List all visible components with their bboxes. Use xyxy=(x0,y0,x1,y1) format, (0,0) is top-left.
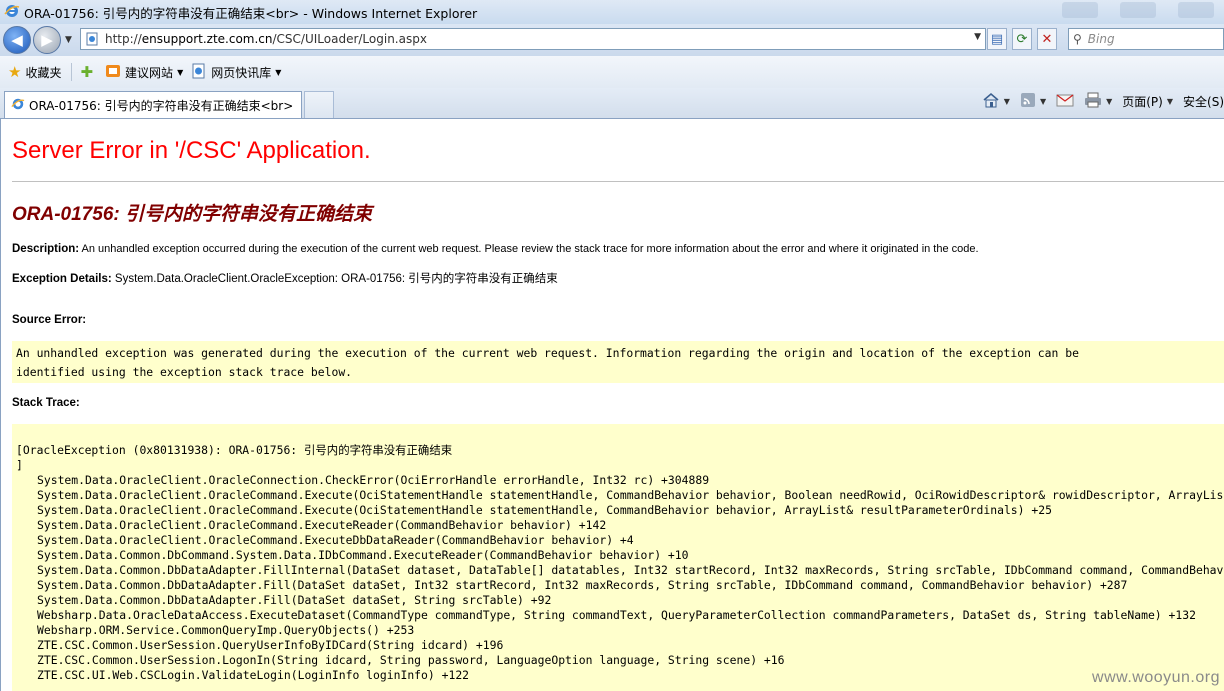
tab-title: ORA-01756: 引号内的字符串没有正确结束<br> xyxy=(29,98,294,113)
search-icon: ⚲ xyxy=(1073,32,1082,46)
source-error-line: identified using the exception stack tra… xyxy=(16,365,353,379)
page-menu-label: 页面(P) xyxy=(1122,95,1163,109)
title-divider xyxy=(12,181,1224,182)
compatibility-view-button[interactable]: ▤ xyxy=(987,28,1007,50)
stack-trace-line: System.Data.OracleClient.OracleCommand.E… xyxy=(37,503,1052,517)
page-icon xyxy=(85,32,99,46)
source-error-label: Source Error: xyxy=(12,314,87,326)
suggested-sites-link[interactable]: 建议网站 ▼ xyxy=(105,63,183,82)
web-slice-label: 网页快讯库 xyxy=(211,65,272,80)
refresh-button[interactable]: ⟳ xyxy=(1012,28,1032,50)
compat-view-icon: ▤ xyxy=(990,31,1004,47)
forward-icon: ▶ xyxy=(41,31,53,49)
stack-trace-line: System.Data.Common.DbDataAdapter.FillInt… xyxy=(37,563,1224,577)
print-button[interactable]: ▼ xyxy=(1084,92,1112,111)
back-button[interactable]: ◀ xyxy=(3,26,31,54)
exception-details-paragraph: Exception Details: System.Data.OracleCli… xyxy=(12,270,558,286)
favorites-button[interactable]: ★ 收藏夹 xyxy=(8,63,61,81)
address-dropdown-icon[interactable]: ▼ xyxy=(974,32,981,42)
page-menu[interactable]: 页面(P) ▼ xyxy=(1122,93,1173,110)
stack-trace-line: ZTE.CSC.Common.UserSession.QueryUserInfo… xyxy=(37,638,504,652)
rss-icon xyxy=(1020,92,1036,111)
add-favorites-icon: ✚ xyxy=(80,63,94,81)
url-path: /CSC/UILoader/Login.aspx xyxy=(272,32,427,46)
stack-trace-line: System.Data.Common.DbCommand.System.Data… xyxy=(37,548,689,562)
web-slice-icon xyxy=(191,63,207,82)
navigation-bar: ◀ ▶ ▼ http://ensupport.zte.com.cn/CSC/UI… xyxy=(0,24,1224,56)
description-paragraph: Description: An unhandled exception occu… xyxy=(12,243,979,255)
print-icon xyxy=(1084,92,1102,111)
suggested-sites-label: 建议网站 xyxy=(125,65,174,80)
exception-details-label: Exception Details: xyxy=(12,273,112,285)
error-title: ORA-01756: 引号内的字符串没有正确结束 xyxy=(12,204,372,225)
stack-trace-close: ] xyxy=(16,458,23,472)
favorites-separator xyxy=(71,63,73,81)
server-error-title: Server Error in '/CSC' Application. xyxy=(12,137,371,164)
watermark: www.wooyun.org xyxy=(1092,669,1220,686)
description-text: An unhandled exception occurred during t… xyxy=(81,243,979,255)
mail-button[interactable] xyxy=(1056,93,1074,110)
web-slice-dropdown-icon: ▼ xyxy=(275,67,282,77)
favorites-bar: ★ 收藏夹 ✚ 建议网站 ▼ 网页快讯库 ▼ xyxy=(0,56,1224,89)
stack-trace-line: Websharp.Data.OracleDataAccess.ExecuteDa… xyxy=(37,608,1196,622)
stack-trace-line: System.Data.OracleClient.OracleCommand.E… xyxy=(37,533,634,547)
stack-trace-line: System.Data.OracleClient.OracleCommand.E… xyxy=(37,518,607,532)
new-tab-button[interactable] xyxy=(304,91,334,118)
favorites-star-icon: ★ xyxy=(8,63,22,81)
stack-trace-line: Websharp.ORM.Service.CommonQueryImp.Quer… xyxy=(37,623,415,637)
recent-pages-dropdown[interactable]: ▼ xyxy=(65,35,72,45)
tab-ie-icon xyxy=(11,97,25,114)
back-icon: ◀ xyxy=(11,31,23,49)
stack-trace-line: ZTE.CSC.UI.Web.CSCLogin.ValidateLogin(Lo… xyxy=(37,668,470,682)
mail-icon xyxy=(1056,93,1074,110)
url-prefix: http:// xyxy=(105,32,142,46)
exception-details-text: System.Data.OracleClient.OracleException… xyxy=(114,273,558,285)
source-error-line: An unhandled exception was generated dur… xyxy=(16,346,1079,360)
stack-trace-line: System.Data.OracleClient.OracleCommand.E… xyxy=(37,488,1224,502)
tab-bar: ORA-01756: 引号内的字符串没有正确结束<br> ▼ ▼ ▼ 页面(P)… xyxy=(0,88,1224,119)
url-domain: ensupport.zte.com.cn xyxy=(141,32,273,46)
tab-active[interactable]: ORA-01756: 引号内的字符串没有正确结束<br> xyxy=(4,91,302,118)
description-label: Description: xyxy=(12,243,80,255)
stop-icon: ✕ xyxy=(1041,31,1053,47)
home-icon xyxy=(982,92,1000,111)
command-bar: ▼ ▼ ▼ 页面(P) ▼ 安全(S) xyxy=(982,92,1224,111)
window-controls[interactable] xyxy=(1062,2,1214,18)
home-button[interactable]: ▼ xyxy=(982,92,1010,111)
forward-button[interactable]: ▶ xyxy=(33,26,61,54)
window-title: ORA-01756: 引号内的字符串没有正确结束<br> - Windows I… xyxy=(24,5,478,21)
address-field[interactable]: http://ensupport.zte.com.cn/CSC/UILoader… xyxy=(80,28,986,50)
stack-trace-line: System.Data.OracleClient.OracleConnectio… xyxy=(37,473,710,487)
page-content: Server Error in '/CSC' Application. ORA-… xyxy=(0,119,1224,691)
window-title-bar: ORA-01756: 引号内的字符串没有正确结束<br> - Windows I… xyxy=(0,0,1224,24)
refresh-icon: ⟳ xyxy=(1016,31,1028,47)
ie-icon xyxy=(4,3,20,22)
web-slice-gallery-link[interactable]: 网页快讯库 ▼ xyxy=(191,63,281,82)
feeds-button[interactable]: ▼ xyxy=(1020,92,1046,111)
suggested-sites-dropdown-icon: ▼ xyxy=(177,67,184,77)
safety-menu[interactable]: 安全(S) xyxy=(1183,93,1224,110)
stack-trace-line: System.Data.Common.DbDataAdapter.Fill(Da… xyxy=(37,578,1128,592)
stack-trace-box: [OracleException (0x80131938): ORA-01756… xyxy=(12,424,1224,691)
stop-button[interactable]: ✕ xyxy=(1037,28,1057,50)
stack-trace-label: Stack Trace: xyxy=(12,397,80,409)
stack-trace-header: [OracleException (0x80131938): ORA-01756… xyxy=(16,443,453,457)
favorites-label: 收藏夹 xyxy=(25,65,62,80)
search-placeholder: Bing xyxy=(1087,32,1115,46)
add-to-favorites-button[interactable]: ✚ xyxy=(80,63,97,81)
stack-trace-line: System.Data.Common.DbDataAdapter.Fill(Da… xyxy=(37,593,552,607)
stack-trace-line: ZTE.CSC.Common.UserSession.LogonIn(Strin… xyxy=(37,653,785,667)
safety-menu-label: 安全(S) xyxy=(1183,95,1224,109)
source-error-box: An unhandled exception was generated dur… xyxy=(12,341,1224,383)
search-input[interactable]: ⚲ Bing xyxy=(1068,28,1224,50)
suggested-sites-icon xyxy=(105,63,121,82)
